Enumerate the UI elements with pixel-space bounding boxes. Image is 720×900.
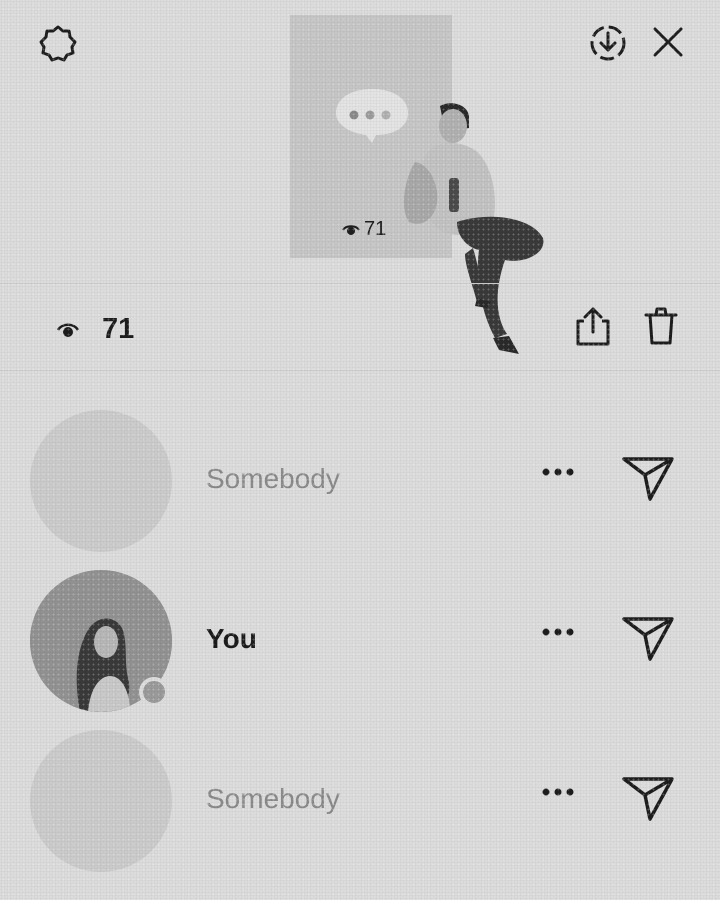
viewer-name: Somebody (206, 783, 340, 814)
viewer-name: You (206, 623, 257, 654)
view-count: 71 (56, 313, 134, 346)
more-options-icon[interactable] (541, 627, 575, 637)
viewer-row[interactable]: Somebody (0, 405, 720, 555)
settings-icon[interactable] (38, 24, 78, 64)
online-status-dot (139, 677, 169, 707)
divider (0, 370, 720, 371)
divider (0, 283, 720, 284)
avatar-placeholder (30, 410, 172, 552)
thumbnail-view-count: 71 (342, 218, 386, 241)
more-options-icon[interactable] (541, 787, 575, 797)
download-icon[interactable] (588, 23, 628, 63)
send-icon[interactable] (620, 453, 676, 503)
viewer-row[interactable]: Somebody (0, 725, 720, 875)
viewer-name: Somebody (206, 463, 340, 494)
avatar-placeholder (30, 730, 172, 872)
person-illustration (395, 98, 555, 365)
eye-icon (56, 321, 80, 339)
more-options-icon[interactable] (541, 467, 575, 477)
view-count-text: 71 (102, 313, 135, 345)
eye-icon (342, 223, 360, 237)
share-icon[interactable] (574, 305, 612, 347)
send-icon[interactable] (620, 773, 676, 823)
close-icon[interactable] (652, 26, 684, 58)
trash-icon[interactable] (642, 305, 680, 347)
send-icon[interactable] (620, 613, 676, 663)
thumbnail-view-count-text: 71 (364, 218, 387, 240)
viewer-row[interactable]: You (0, 565, 720, 715)
